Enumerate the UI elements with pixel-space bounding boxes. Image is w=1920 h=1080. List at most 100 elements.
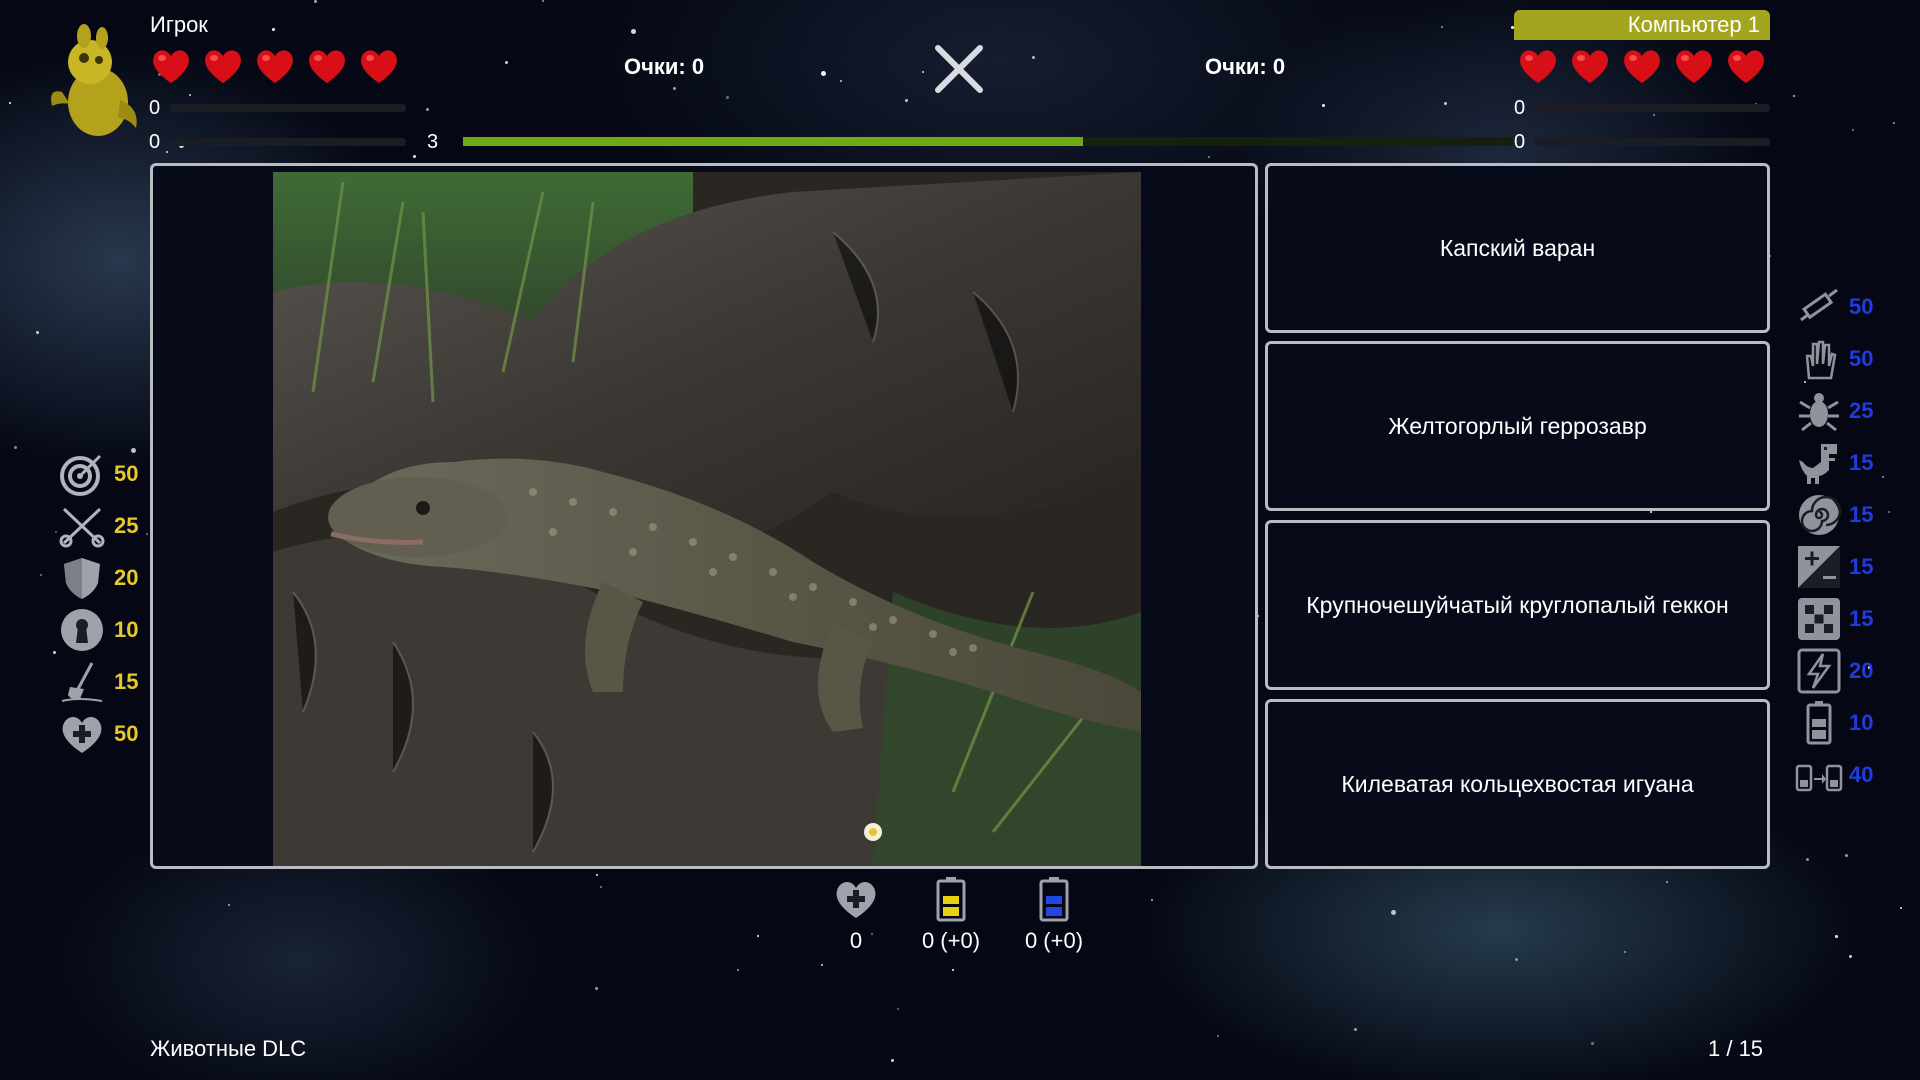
player-score: Очки: 0: [624, 54, 705, 79]
star: [1845, 854, 1848, 857]
heart-plus-icon: [836, 882, 876, 918]
opponent-bonus-syringe[interactable]: 50: [1795, 284, 1873, 330]
lightning-icon: [1797, 648, 1841, 694]
star: [542, 0, 544, 2]
star: [9, 102, 11, 104]
star: [905, 99, 908, 102]
opponent-bonus-dinosaur[interactable]: 15: [1795, 440, 1873, 486]
star: [1653, 114, 1655, 116]
opponent-bonus-value: 10: [1849, 710, 1874, 735]
question-image-panel: [150, 163, 1258, 869]
star: [146, 533, 148, 535]
opponent-bonus-dice[interactable]: 15: [1795, 596, 1873, 642]
star: [40, 574, 42, 576]
opponent-bonus-bug[interactable]: 25: [1795, 388, 1873, 434]
answer-option-2[interactable]: Желтогорлый геррозавр: [1265, 341, 1770, 511]
opponent-bonus-battery-transfer[interactable]: 40: [1795, 752, 1873, 798]
opponent-stat-bottom-value: 0: [1514, 131, 1526, 153]
player-name: Игрок: [150, 12, 208, 37]
keyhole-icon: [61, 609, 103, 651]
opponent-bonus-value: 15: [1849, 450, 1874, 475]
opponent-bonus-value: 25: [1849, 398, 1874, 423]
star: [272, 28, 275, 31]
star: [631, 29, 636, 34]
star: [726, 96, 729, 99]
hand-icon: [1805, 340, 1837, 380]
player-bonus-value: 10: [114, 617, 139, 642]
star: [426, 108, 429, 111]
star: [821, 71, 826, 76]
item-extra-life-count: 0: [849, 928, 863, 953]
star: [1650, 511, 1652, 513]
player-bonus-target[interactable]: 50: [58, 451, 138, 497]
player-stat-bottom-value: 0: [149, 131, 161, 153]
star: [228, 904, 230, 906]
heart-icon: [153, 50, 189, 83]
close-icon[interactable]: [932, 42, 986, 96]
star: [1354, 1028, 1357, 1031]
opponent-bonus-value: 15: [1849, 554, 1874, 579]
item-yellow-battery-count: 0 (+0): [921, 928, 981, 953]
answer-option-3[interactable]: Крупночешуйчатый круглопалый геккон: [1265, 520, 1770, 690]
player-bonus-keyhole[interactable]: 10: [58, 607, 138, 653]
opponent-bonus-value: 20: [1849, 658, 1874, 683]
star: [1591, 1042, 1594, 1045]
player-bonus-heart-plus[interactable]: 50: [58, 711, 138, 757]
player-avatar: [51, 24, 137, 136]
opponent-stat-top-value: 0: [1514, 97, 1526, 119]
star: [600, 886, 602, 888]
question-progress: 1 / 15: [1708, 1036, 1764, 1061]
star: [840, 80, 842, 82]
star: [505, 61, 508, 64]
star: [952, 969, 954, 971]
star: [1835, 935, 1838, 938]
star: [922, 71, 924, 73]
star: [53, 651, 56, 654]
opponent-bonus-lightning[interactable]: 20: [1795, 648, 1873, 694]
item-yellow-battery[interactable]: 0 (+0): [900, 876, 1002, 954]
star: [673, 87, 676, 90]
star: [1322, 104, 1325, 107]
star: [1515, 958, 1518, 961]
player-bonus-crossed-arrows[interactable]: 25: [58, 503, 138, 549]
player-stat-bottom-bar: [170, 138, 406, 146]
star: [1208, 156, 1210, 158]
heart-icon: [1728, 50, 1764, 83]
player-bonus-value: 15: [114, 669, 139, 694]
opponent-bonus-value: 40: [1849, 762, 1874, 787]
answer-option-1[interactable]: Капский варан: [1265, 163, 1770, 333]
star: [1893, 122, 1895, 124]
heart-icon: [1676, 50, 1712, 83]
heart-icon: [257, 50, 293, 83]
opponent-stat-bottom-bar: [1534, 138, 1770, 146]
player-stat-top-value: 0: [149, 97, 161, 119]
star: [1444, 102, 1447, 105]
heart-icon: [361, 50, 397, 83]
opponent-bonus-plus-minus[interactable]: 15: [1795, 544, 1873, 590]
player-bonus-value: 25: [114, 513, 139, 538]
shovel-icon: [61, 662, 103, 702]
spiral-icon: [1799, 495, 1842, 535]
bug-icon: [1799, 393, 1839, 432]
player-bonus-shield[interactable]: 20: [58, 555, 138, 601]
opponent-bonus-battery[interactable]: 10: [1795, 700, 1873, 746]
star: [1900, 907, 1902, 909]
player-stat-bottom-right-value: 3: [427, 131, 439, 153]
star: [166, 151, 168, 153]
yellow-battery-icon: [936, 877, 966, 922]
item-blue-battery[interactable]: 0 (+0): [1003, 876, 1105, 954]
battery-transfer-icon: [1795, 764, 1843, 792]
crossed-arrows-icon: [59, 507, 105, 548]
answer-option-4[interactable]: Килеватая кольцехвостая игуана: [1265, 699, 1770, 869]
heart-icon: [1624, 50, 1660, 83]
star: [897, 1008, 899, 1010]
opponent-bonus-hand[interactable]: 50: [1795, 336, 1873, 382]
item-extra-life[interactable]: 0: [826, 876, 886, 954]
question-timer-fill: [463, 137, 1083, 146]
opponent-bonus-value: 15: [1849, 606, 1874, 631]
star: [413, 155, 416, 158]
star: [1217, 1035, 1219, 1037]
opponent-bonus-spiral[interactable]: 15: [1795, 492, 1873, 538]
opponent-stat-top-bar: [1534, 104, 1770, 112]
player-bonus-shovel[interactable]: 15: [58, 659, 138, 705]
